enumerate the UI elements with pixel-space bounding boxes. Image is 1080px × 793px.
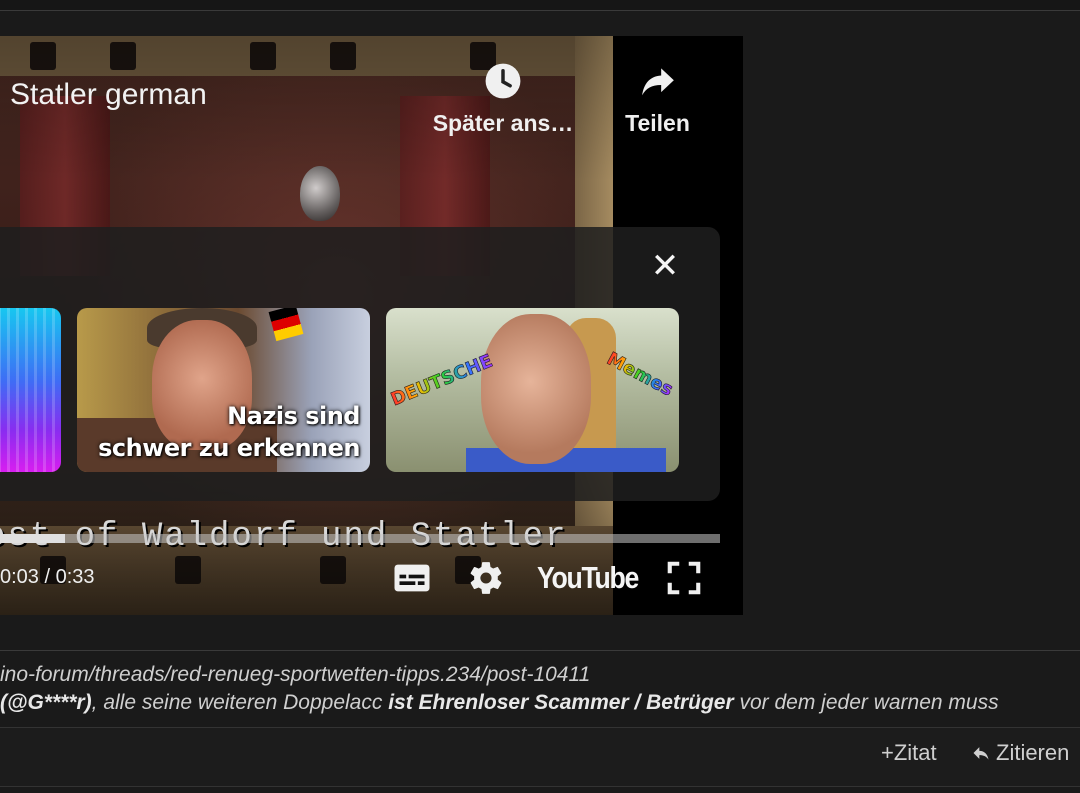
- reply-arrow-icon: [973, 747, 989, 760]
- embedded-video-player[interactable]: Statler german Später ans… Teilen ✕ Nazi…: [0, 36, 743, 615]
- clock-icon: [485, 63, 521, 99]
- post-text: (@G****r), alle seine weiteren Doppelacc…: [0, 691, 999, 714]
- related-video-thumbnail[interactable]: Nazis sind schwer zu erkennen: [77, 308, 370, 472]
- reply-button[interactable]: Zitieren: [970, 740, 1069, 766]
- thumbnail-wordart: DEUTSCHE: [387, 350, 496, 411]
- gear-icon[interactable]: [467, 558, 505, 598]
- watch-later-label: Später ans…: [432, 110, 574, 136]
- post-link[interactable]: ino-forum/threads/red-renueg-sportwetten…: [0, 663, 590, 687]
- forum-page: Statler german Später ans… Teilen ✕ Nazi…: [0, 0, 1080, 793]
- share-arrow-icon: [641, 68, 674, 96]
- share-button[interactable]: Teilen: [615, 62, 700, 137]
- related-videos-panel: ✕ Nazis sind schwer zu erkennen DEUTSCHE: [0, 227, 720, 501]
- youtube-logo[interactable]: YouTube: [537, 560, 639, 596]
- time-display: 0:03 / 0:33: [0, 566, 95, 588]
- share-label: Teilen: [625, 110, 690, 136]
- add-quote-button[interactable]: +Zitat: [881, 740, 937, 766]
- close-icon[interactable]: ✕: [646, 247, 684, 285]
- video-title[interactable]: Statler german: [10, 78, 207, 112]
- watch-later-button[interactable]: Später ans…: [428, 62, 578, 137]
- related-video-thumbnail[interactable]: [0, 308, 61, 472]
- top-divider: [0, 0, 1080, 11]
- progress-played: [0, 534, 65, 543]
- fullscreen-icon[interactable]: [665, 558, 703, 598]
- post-divider: [0, 650, 1080, 651]
- progress-bar[interactable]: [0, 534, 720, 543]
- captions-icon[interactable]: [392, 558, 432, 598]
- german-flag: [268, 308, 304, 342]
- post-actions-bar: +Zitat Zitieren: [0, 727, 1080, 787]
- thumbnail-caption: Nazis sind schwer zu erkennen: [98, 402, 360, 462]
- related-video-thumbnail[interactable]: DEUTSCHE Memes: [386, 308, 679, 472]
